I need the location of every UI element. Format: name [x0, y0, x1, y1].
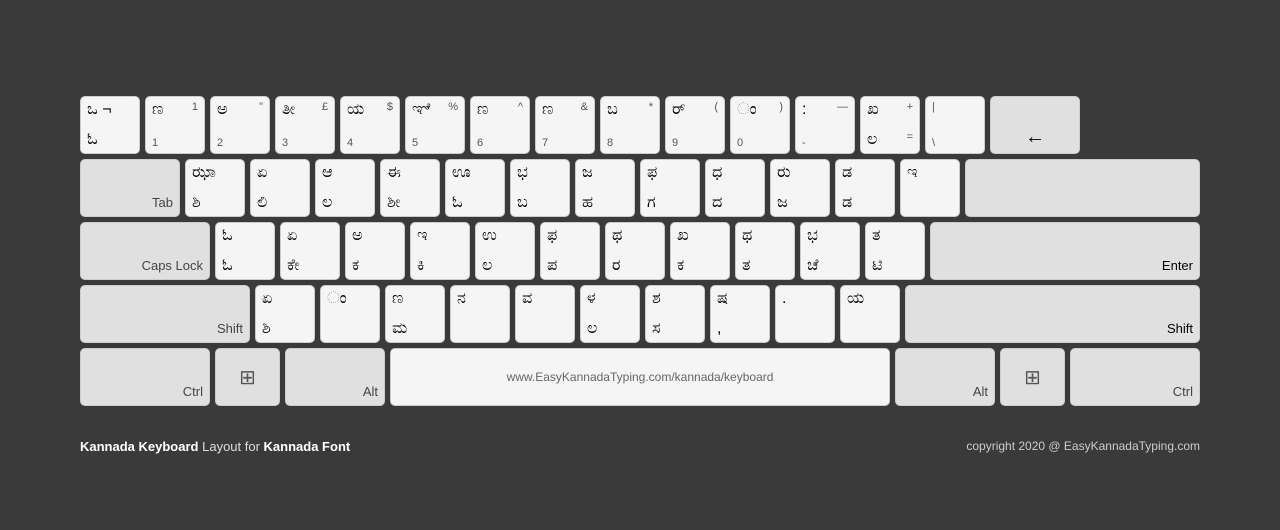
- enter-label: Enter: [1162, 258, 1193, 273]
- key-g[interactable]: ಉ ಲ: [475, 222, 535, 280]
- row-5: Ctrl ⊞ Alt www.EasyKannadaTyping.com/kan…: [80, 348, 1200, 406]
- key-period[interactable]: .: [775, 285, 835, 343]
- win-right-key[interactable]: ⊞: [1000, 348, 1065, 406]
- key-9[interactable]: ರ್( 9: [665, 96, 725, 154]
- key-k[interactable]: ಖ ಕ: [670, 222, 730, 280]
- tab-key[interactable]: Tab: [80, 159, 180, 217]
- footer-left: Kannada Keyboard Layout for Kannada Font: [80, 439, 350, 454]
- key-4[interactable]: ಯ$ 4: [340, 96, 400, 154]
- alt-left-key[interactable]: Alt: [285, 348, 385, 406]
- key-w[interactable]: ಏ ಲಿ: [250, 159, 310, 217]
- win-left-icon: ⊞: [239, 365, 256, 390]
- key-q[interactable]: ಝಾ ಶಿ: [185, 159, 245, 217]
- key-blank-tab: [965, 159, 1200, 217]
- shift-right-label: Shift: [1167, 321, 1193, 336]
- key-x[interactable]: ಂ: [320, 285, 380, 343]
- key-y[interactable]: ಭ ಬ: [510, 159, 570, 217]
- key-semicolon[interactable]: ಭ ಚೆ: [800, 222, 860, 280]
- key-minus[interactable]: :— -: [795, 96, 855, 154]
- key-c[interactable]: ಣ ಮ: [385, 285, 445, 343]
- alt-right-label: Alt: [973, 384, 988, 399]
- alt-right-key[interactable]: Alt: [895, 348, 995, 406]
- key-f[interactable]: ಇ ಕಿ: [410, 222, 470, 280]
- ctrl-right-key[interactable]: Ctrl: [1070, 348, 1200, 406]
- key-8[interactable]: ಬ* 8: [600, 96, 660, 154]
- footer: Kannada Keyboard Layout for Kannada Font…: [40, 439, 1240, 454]
- key-6[interactable]: ಣ^ 6: [470, 96, 530, 154]
- row-1: ಒ ¬ ಓ ಣ1 1 ಅ" 2 ತೀ£ 3 ಯ$ 4 ಞೆ% 5 ಣ^ 6 ಣ&: [80, 96, 1200, 154]
- key-u[interactable]: ಜ ಹ: [575, 159, 635, 217]
- ctrl-left-key[interactable]: Ctrl: [80, 348, 210, 406]
- shift-right-key[interactable]: Shift: [905, 285, 1200, 343]
- key-t[interactable]: ಊ ಓ: [445, 159, 505, 217]
- key-d[interactable]: ಅ ಕ: [345, 222, 405, 280]
- key-h[interactable]: ಫ ಪ: [540, 222, 600, 280]
- key-b[interactable]: ವ: [515, 285, 575, 343]
- key-v[interactable]: ನ: [450, 285, 510, 343]
- key-3[interactable]: ತೀ£ 3: [275, 96, 335, 154]
- key-o[interactable]: ಧ ದ: [705, 159, 765, 217]
- key-backslash[interactable]: | \: [925, 96, 985, 154]
- row-2: Tab ಝಾ ಶಿ ಏ ಲಿ ಆ ಲ ಈ ಶೀ ಊ ಓ ಭ ಬ ಜ ಹ: [80, 159, 1200, 217]
- tab-label: Tab: [152, 195, 173, 210]
- caps-lock-key[interactable]: Caps Lock: [80, 222, 210, 280]
- caps-lock-label: Caps Lock: [142, 258, 203, 273]
- key-e[interactable]: ಆ ಲ: [315, 159, 375, 217]
- font-title: Kannada Font: [264, 439, 351, 454]
- key-i[interactable]: ಫ ಗ: [640, 159, 700, 217]
- win-left-key[interactable]: ⊞: [215, 348, 280, 406]
- key-a[interactable]: ಓ ಓ: [215, 222, 275, 280]
- row-4: Shift ಏ ಶಿ ಂ ಣ ಮ ನ ವ ಳ ಲ ಶ ಸ ಷ ,: [80, 285, 1200, 343]
- ctrl-left-label: Ctrl: [183, 384, 203, 399]
- keyboard-title: Kannada Keyboard: [80, 439, 198, 454]
- enter-key[interactable]: Enter: [930, 222, 1200, 280]
- key-backtick[interactable]: ಒ ¬ ಓ: [80, 96, 140, 154]
- key-equals[interactable]: ಖ+ ಲ=: [860, 96, 920, 154]
- key-r[interactable]: ಈ ಶೀ: [380, 159, 440, 217]
- key-l[interactable]: ಥ ತ: [735, 222, 795, 280]
- shift-left-key[interactable]: Shift: [80, 285, 250, 343]
- shift-left-label: Shift: [217, 321, 243, 336]
- key-comma[interactable]: ಷ ,: [710, 285, 770, 343]
- space-key[interactable]: www.EasyKannadaTyping.com/kannada/keyboa…: [390, 348, 890, 406]
- key-7[interactable]: ಣ& 7: [535, 96, 595, 154]
- key-quote[interactable]: ತ ಟಿ: [865, 222, 925, 280]
- key-slash[interactable]: ಯ: [840, 285, 900, 343]
- ctrl-right-label: Ctrl: [1173, 384, 1193, 399]
- alt-left-label: Alt: [363, 384, 378, 399]
- key-s[interactable]: ಏ ಕೇ: [280, 222, 340, 280]
- key-z[interactable]: ಏ ಶಿ: [255, 285, 315, 343]
- key-2[interactable]: ಅ" 2: [210, 96, 270, 154]
- key-p[interactable]: ರು ಜ: [770, 159, 830, 217]
- win-right-icon: ⊞: [1024, 365, 1041, 390]
- key-1[interactable]: ಣ1 1: [145, 96, 205, 154]
- key-j[interactable]: ಥ ರ: [605, 222, 665, 280]
- key-bracket-close[interactable]: ಇ: [900, 159, 960, 217]
- key-m[interactable]: ಶ ಸ: [645, 285, 705, 343]
- backspace-key[interactable]: ←: [990, 96, 1080, 154]
- key-n[interactable]: ಳ ಲ: [580, 285, 640, 343]
- footer-copyright: copyright 2020 @ EasyKannadaTyping.com: [966, 439, 1200, 454]
- row-3: Caps Lock ಓ ಓ ಏ ಕೇ ಅ ಕ ಇ ಕಿ ಉ ಲ ಫ ಪ ಥ ರ: [80, 222, 1200, 280]
- keyboard-container: ಒ ¬ ಓ ಣ1 1 ಅ" 2 ತೀ£ 3 ಯ$ 4 ಞೆ% 5 ಣ^ 6 ಣ&: [40, 76, 1240, 431]
- key-bracket-open[interactable]: ಡ ಡ: [835, 159, 895, 217]
- footer-subtitle: Layout for: [202, 439, 263, 454]
- key-0[interactable]: ಂ) 0: [730, 96, 790, 154]
- space-label: www.EasyKannadaTyping.com/kannada/keyboa…: [507, 370, 774, 384]
- key-5[interactable]: ಞೆ% 5: [405, 96, 465, 154]
